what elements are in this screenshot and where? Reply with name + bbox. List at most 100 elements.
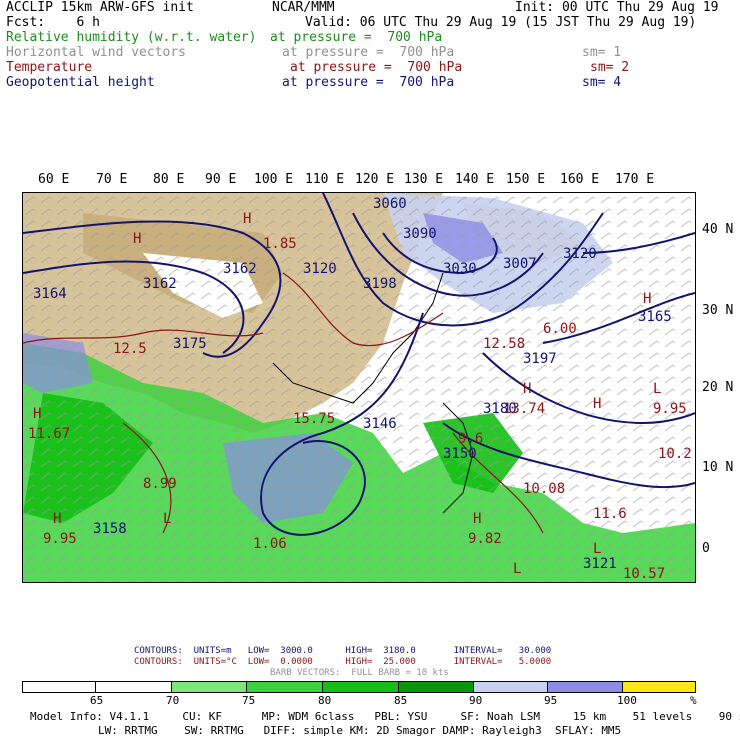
lat-label: 0	[702, 541, 710, 556]
high-marker: H	[473, 511, 481, 527]
high-marker: H	[643, 291, 651, 307]
temperature-label: 13.74	[503, 401, 545, 417]
height-label: 3197	[523, 351, 557, 367]
temperature-label: 12.5	[113, 341, 147, 357]
high-marker: H	[243, 211, 251, 227]
colorbar-segment	[23, 682, 96, 692]
height-label: 3175	[173, 336, 207, 352]
high-marker: H	[33, 406, 41, 422]
lon-label: 120 E	[355, 172, 395, 187]
height-label: 3165	[638, 309, 672, 325]
high-marker: H	[523, 381, 531, 397]
field-rh-level: at pressure = 700 hPa	[270, 30, 443, 45]
lon-label: 80 E	[153, 172, 185, 187]
colorbar-segment	[473, 682, 549, 692]
low-marker: L	[163, 511, 171, 527]
model-info-2: LW: RRTMG SW: RRTMG DIFF: simple KM: 2D …	[98, 724, 622, 737]
colorbar-tick: 100	[617, 694, 637, 707]
height-label: 3162	[143, 276, 177, 292]
height-label: 3162	[223, 261, 257, 277]
temperature-label: 8.99	[143, 476, 177, 492]
lon-label: 100 E	[254, 172, 294, 187]
temperature-label: 12.58	[483, 336, 525, 352]
colorbar-segment	[623, 682, 696, 692]
temperature-label: 11.67	[28, 426, 70, 442]
high-marker: H	[53, 511, 61, 527]
colorbar-tick: 85	[394, 694, 408, 707]
temperature-label: 9.95	[653, 401, 687, 417]
lon-label: 140 E	[455, 172, 495, 187]
temperature-label: 10.57	[623, 566, 665, 582]
model-title: ACCLIP 15km ARW-GFS init	[6, 0, 194, 15]
map-canvas: H H H H H H H H L L L L 3060 3090 3030 3007…	[22, 192, 696, 582]
colorbar-segment	[247, 682, 324, 692]
high-marker: H	[593, 396, 601, 412]
lon-label: 130 E	[404, 172, 444, 187]
field-geo-level: at pressure = 700 hPa	[282, 75, 455, 90]
temperature-label: 1.06	[253, 536, 287, 552]
field-wind-name: Horizontal wind vectors	[6, 45, 187, 60]
temperature-label: 10.2	[658, 446, 692, 462]
lat-label: 30 N	[702, 303, 734, 318]
field-wind-level: at pressure = 700 hPa	[282, 45, 455, 60]
lon-label: 60 E	[38, 172, 70, 187]
temperature-label: 11.6	[593, 506, 627, 522]
barb-info: BARB VECTORS: FULL BARB = 10 kts	[270, 668, 449, 678]
height-label: 3150	[443, 446, 477, 462]
field-geo-sm: sm= 4	[582, 75, 622, 90]
temperature-label: 9.6	[458, 431, 483, 447]
lat-label: 40 N	[702, 222, 734, 237]
colorbar-tick: 80	[318, 694, 332, 707]
height-label: 3060	[373, 196, 407, 212]
colorbar-segment	[323, 682, 399, 692]
height-label: 3164	[33, 286, 67, 302]
low-marker: L	[593, 541, 601, 557]
forecast-hour: Fcst: 6 h	[6, 15, 100, 30]
height-label: 3146	[363, 416, 397, 432]
colorbar-tick: 95	[544, 694, 558, 707]
field-rh-name: Relative humidity (w.r.t. water)	[6, 30, 257, 45]
colorbar-tick: 70	[166, 694, 180, 707]
org-label: NCAR/MMM	[272, 0, 335, 15]
lon-label: 90 E	[205, 172, 237, 187]
init-time: Init: 00 UTC Thu 29 Aug 19	[515, 0, 719, 15]
field-temp-name: Temperature	[6, 60, 93, 75]
field-temp-level: at pressure = 700 hPa	[290, 60, 463, 75]
low-marker: L	[653, 381, 661, 397]
height-label: 3198	[363, 276, 397, 292]
lon-label: 160 E	[560, 172, 600, 187]
colorbar-tick: 75	[242, 694, 256, 707]
model-info: Model Info: V4.1.1 CU: KF MP: WDM 6class…	[30, 710, 740, 723]
temperature-label: 1.85	[263, 236, 297, 252]
lon-label: 150 E	[506, 172, 546, 187]
height-label: 3158	[93, 521, 127, 537]
lat-label: 10 N	[702, 460, 734, 475]
humidity-colorbar	[22, 681, 696, 693]
height-label: 3090	[403, 226, 437, 242]
field-temp-sm: sm= 2	[590, 60, 630, 75]
field-wind-sm: sm= 1	[582, 45, 622, 60]
contour-info-height: CONTOURS: UNITS=m LOW= 3000.0 HIGH= 3180…	[134, 646, 552, 656]
height-label: 3030	[443, 261, 477, 277]
field-geo-name: Geopotential height	[6, 75, 155, 90]
colorbar-tick: 65	[90, 694, 104, 707]
temperature-label: 6.00	[543, 321, 577, 337]
colorbar-segment	[95, 682, 172, 692]
colorbar-segment	[398, 682, 474, 692]
colorbar-tick: %	[690, 694, 697, 707]
lon-label: 70 E	[96, 172, 128, 187]
height-label: 3007	[503, 256, 537, 272]
temperature-label: 9.95	[43, 531, 77, 547]
temperature-label: 10.08	[523, 481, 565, 497]
low-marker: L	[513, 561, 521, 577]
colorbar-segment	[171, 682, 248, 692]
valid-time: Valid: 06 UTC Thu 29 Aug 19 (15 JST Thu …	[305, 15, 697, 30]
height-label: 3120	[303, 261, 337, 277]
height-label: 3120	[563, 246, 597, 262]
height-label: 3121	[583, 556, 617, 572]
contour-info-temp: CONTOURS: UNITS=°C LOW= 0.0000 HIGH= 25.…	[134, 657, 552, 667]
lon-label: 110 E	[305, 172, 345, 187]
colorbar-tick: 90	[469, 694, 483, 707]
colorbar-segment	[548, 682, 624, 692]
weather-map: H H H H H H H H L L L L 3060 3090 3030 3007…	[22, 192, 696, 583]
